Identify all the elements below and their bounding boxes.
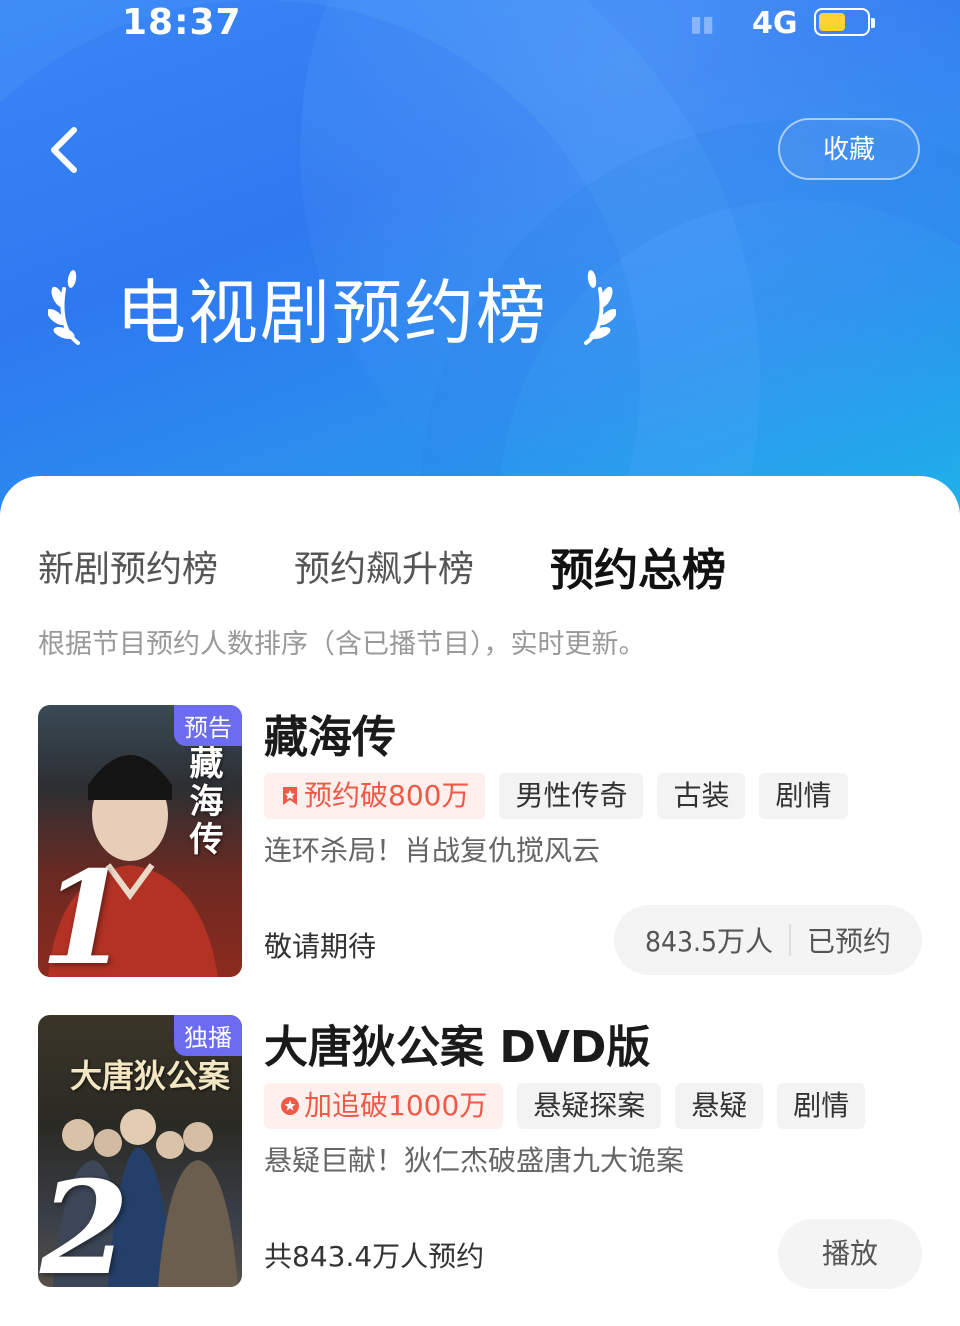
poster-title: 藏海传 [183,745,223,859]
genre-tag[interactable]: 剧情 [777,1083,866,1129]
tag-list: 加追破1000万 悬疑探案 悬疑 剧情 [264,1083,866,1129]
rank-number: 1 [40,844,130,977]
laurel-left-icon [48,270,80,345]
back-button[interactable] [44,124,84,176]
exclusive-badge: 独播 [174,1015,242,1056]
rank-number: 2 [40,1154,130,1287]
drama-title[interactable]: 藏海传 [264,701,396,765]
page-title-group: 电视剧预约榜 [48,262,616,354]
reserved-label: 已预约 [807,925,892,958]
reserve-total: 共843.4万人预约 [264,1240,485,1273]
genre-tag[interactable]: 剧情 [759,773,848,819]
genre-tag[interactable]: 男性传奇 [499,773,644,819]
poster-image[interactable]: 大唐狄公案 独播 2 [38,1015,242,1287]
tab-overall[interactable]: 预约总榜 [550,534,726,598]
ranking-description: 根据节目预约人数排序（含已播节目），实时更新。 [38,629,646,660]
drama-subtitle: 悬疑巨献！狄仁杰破盛唐九大诡案 [264,1144,685,1177]
laurel-right-icon [584,270,616,345]
hot-tag: 加追破1000万 [264,1083,504,1129]
reserved-button[interactable]: 843.5万人 已预约 [614,905,922,975]
status-bar: 18:37 ▮▮ 4G [0,0,960,50]
battery-icon [814,8,875,36]
divider [789,924,792,956]
genre-tag[interactable]: 古装 [657,773,746,819]
signal-icon: ▮▮ [690,12,715,37]
tab-new-drama[interactable]: 新剧预约榜 [38,540,218,592]
page-title: 电视剧预约榜 [116,271,548,354]
bookmark-icon [283,787,297,805]
reserve-count: 843.5万人 [644,925,774,958]
hot-tag: 预约破800万 [264,773,486,819]
list-item[interactable]: 大唐狄公案 独播 2 大唐狄公案 DVD版 加追破1000万 悬疑探案 悬疑 剧… [0,1015,960,1291]
drama-title[interactable]: 大唐狄公案 DVD版 [264,1011,650,1075]
flame-circle-icon [281,1097,299,1115]
tag-list: 预约破800万 男性传奇 古装 剧情 [264,773,848,819]
genre-tag[interactable]: 悬疑 [675,1083,764,1129]
list-item[interactable]: 藏海传 预告 1 藏海传 预约破800万 男性传奇 古装 剧情 连环杀局！肖战复… [0,705,960,981]
drama-subtitle: 连环杀局！肖战复仇搅风云 [264,834,601,867]
poster-image[interactable]: 藏海传 预告 1 [38,705,242,977]
network-type: 4G [752,6,798,41]
favorite-button[interactable]: 收藏 [778,118,920,180]
tab-rising[interactable]: 预约飙升榜 [294,540,474,592]
preview-badge: 预告 [174,705,242,746]
release-status: 敬请期待 [264,930,377,963]
genre-tag[interactable]: 悬疑探案 [517,1083,662,1129]
chevron-left-icon [51,127,77,173]
hot-tag-label: 加追破1000万 [304,1089,488,1122]
play-button[interactable]: 播放 [778,1219,922,1289]
hot-tag-label: 预约破800万 [304,779,470,812]
status-time: 18:37 [122,2,242,43]
poster-title: 大唐狄公案 [70,1057,231,1095]
